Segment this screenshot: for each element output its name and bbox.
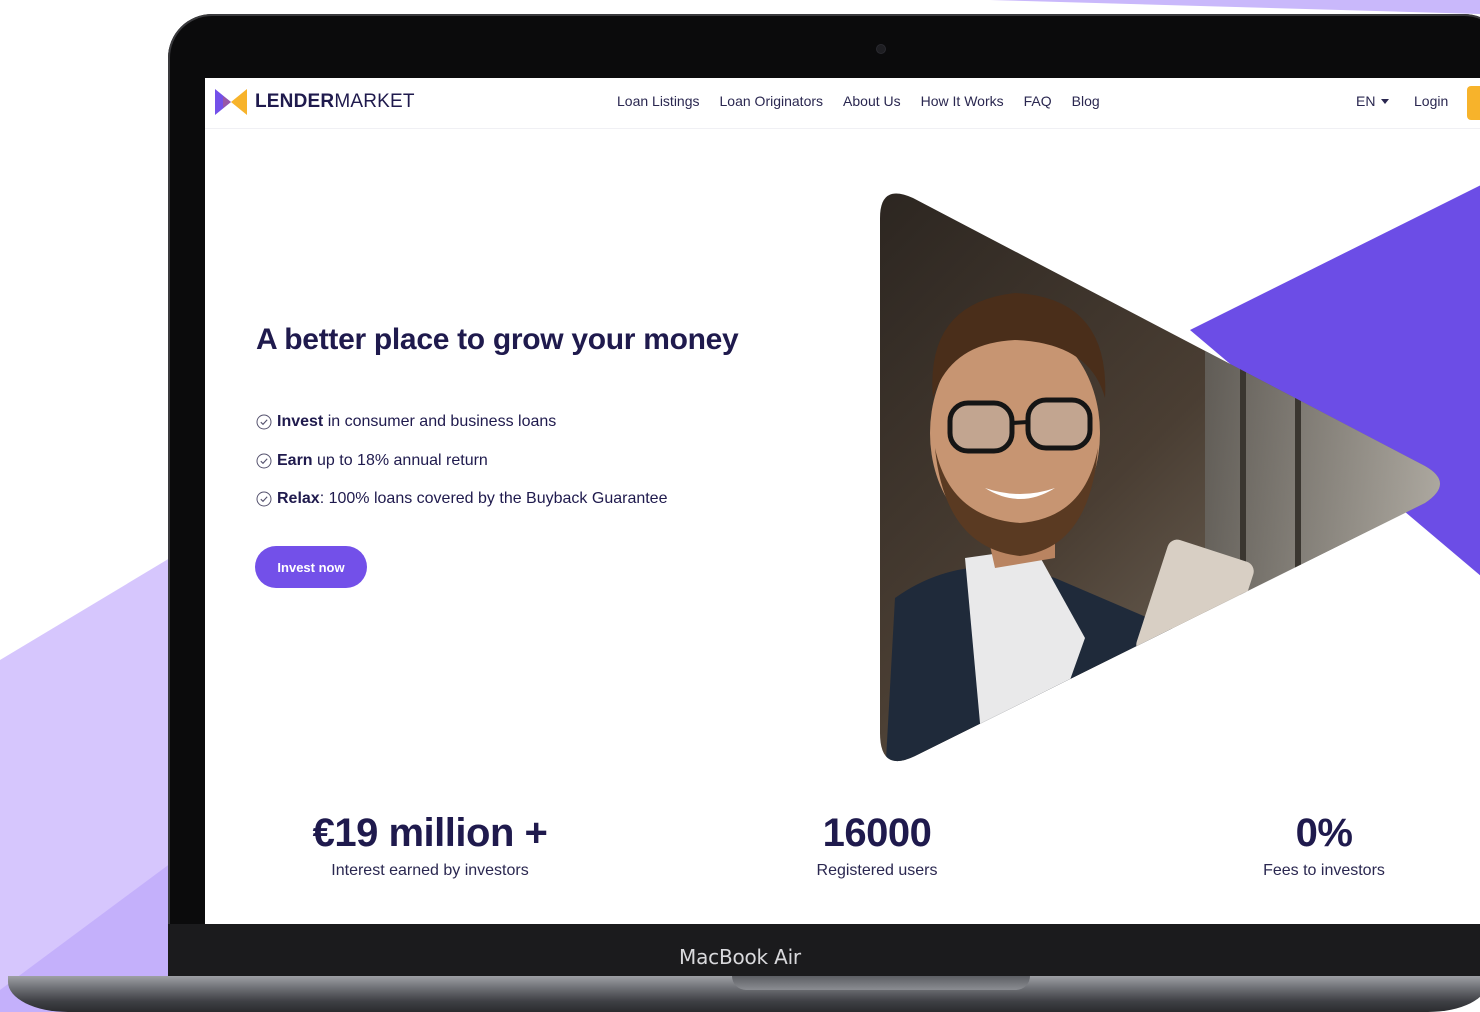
stat-value: €19 million + [312, 811, 548, 855]
stat-value: 16000 [822, 811, 932, 855]
stat-interest: €19 million + Interest earned by investo… [260, 811, 600, 880]
laptop-notch [732, 976, 1030, 990]
device-label: MacBook Air [679, 945, 801, 969]
stat-users: 16000 Registered users [707, 811, 1047, 880]
stat-label: Fees to investors [1263, 862, 1385, 879]
stat-label: Interest earned by investors [331, 862, 529, 879]
camera-icon [877, 45, 885, 53]
stat-value: 0% [1295, 811, 1353, 855]
stat-label: Registered users [816, 862, 938, 879]
website-screen: LENDERMARKET Loan Listings Loan Originat… [205, 78, 1480, 924]
hero-graphic [880, 185, 1480, 762]
stat-fees: 0% Fees to investors [1154, 811, 1480, 880]
